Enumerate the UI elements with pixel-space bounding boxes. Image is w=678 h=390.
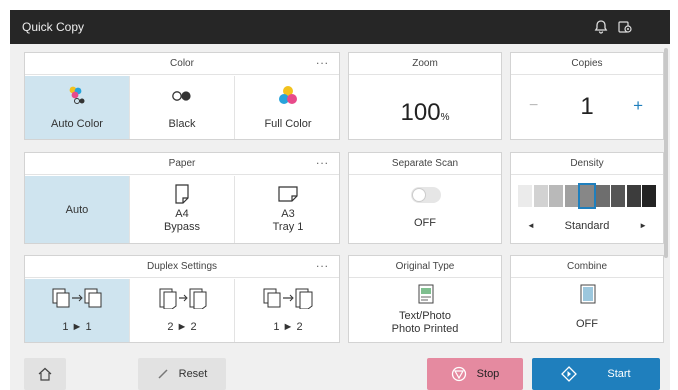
duplex-1-1-icon [52,288,102,308]
start-button[interactable]: Start [532,358,660,390]
density-level-block[interactable] [611,185,625,207]
duplex-panel: Duplex Settings ... 1 ► 1 2 ► 2 1 ► 2 [24,255,340,343]
reset-icon [158,369,168,379]
copies-plus-button[interactable]: + [633,96,643,116]
paper-option-label: Auto [65,204,89,216]
stop-button[interactable]: Stop [427,358,523,390]
title-bar: Quick Copy [10,10,670,44]
paper-more-button[interactable]: ... [316,153,329,171]
paper-option-auto[interactable]: Auto [25,176,130,243]
duplex-option-1-1[interactable]: 1 ► 1 [25,279,130,342]
paper-label: Paper [168,158,196,169]
density-level-block[interactable] [533,185,548,207]
scrollbar-thumb[interactable] [664,48,668,258]
home-button[interactable] [24,358,66,390]
density-level-block[interactable] [549,185,563,207]
scrollbar[interactable] [664,48,668,348]
color-option-label: Auto Color [51,118,103,130]
color-panel: Color ... Auto Color Black Full Color [24,52,340,140]
home-icon [38,367,52,381]
density-level-block[interactable] [626,185,641,207]
color-label: Color [170,58,194,69]
duplex-option-label: 1 ► 1 [62,321,92,333]
copies-panel: Copies − 1 + [510,52,664,140]
zoom-panel[interactable]: Zoom 100% [348,52,502,140]
full-color-icon [279,86,297,104]
start-icon [561,366,578,382]
black-icon [172,91,191,101]
app-title: Quick Copy [22,20,85,34]
duplex-option-1-2[interactable]: 1 ► 2 [235,279,339,342]
original-type-line2: Photo Printed [391,323,459,335]
density-level-block[interactable] [518,185,532,207]
paper-portrait-icon [175,184,189,204]
paper-option-tray1[interactable]: A3 Tray 1 [235,176,339,243]
text-photo-icon [418,284,434,304]
separate-scan-label: Separate Scan [349,153,501,175]
density-panel: Density ◄ Standard ► [510,152,664,244]
paper-panel: Paper ... Auto A4 Bypass A3 Tray 1 [24,152,340,244]
color-option-full[interactable]: Full Color [235,76,339,139]
duplex-option-label: 2 ► 2 [167,321,197,333]
color-option-auto[interactable]: Auto Color [25,76,130,139]
reset-button[interactable]: Reset [138,358,226,390]
start-label: Start [607,368,631,380]
auto-color-icon [69,86,85,104]
settings-icon[interactable] [614,16,636,38]
paper-option-bypass[interactable]: A4 Bypass [130,176,235,243]
original-type-line1: Text/Photo [399,310,451,322]
paper-option-sublabel: Tray 1 [272,221,304,233]
color-option-label: Black [168,118,196,130]
combine-value: OFF [576,318,598,330]
separate-scan-toggle[interactable] [411,187,441,203]
toggle-knob [412,188,426,202]
screen: Quick Copy Color ... Auto Color Black Fu… [10,10,670,390]
color-option-label: Full Color [264,118,312,130]
duplex-option-2-2[interactable]: 2 ► 2 [130,279,235,342]
original-type-label: Original Type [349,256,501,278]
zoom-label: Zoom [349,53,501,75]
density-level-block[interactable] [595,185,610,207]
separate-scan-value: OFF [414,217,436,229]
combine-panel[interactable]: Combine OFF [510,255,664,343]
density-level-block[interactable] [642,185,656,207]
zoom-value: 100% [400,99,450,126]
density-level-block[interactable] [564,185,579,207]
density-level-block[interactable] [578,183,596,209]
combine-icon [580,284,596,304]
duplex-label: Duplex Settings [146,261,218,272]
stop-label: Stop [476,368,500,380]
density-increase-button[interactable]: ► [639,221,647,230]
density-scale[interactable] [518,183,658,209]
color-more-button[interactable]: ... [316,53,329,71]
duplex-more-button[interactable]: ... [316,256,329,274]
color-option-black[interactable]: Black [130,76,235,139]
bell-icon[interactable] [590,16,612,38]
paper-option-label: A3 [281,208,295,220]
duplex-1-2-icon [263,288,313,309]
stop-icon [451,366,466,382]
paper-option-label: A4 [175,208,189,220]
copies-label: Copies [511,53,663,75]
reset-label: Reset [178,368,208,380]
paper-option-sublabel: Bypass [163,221,201,233]
combine-label: Combine [511,256,663,278]
original-type-panel[interactable]: Original Type Text/Photo Photo Printed [348,255,502,343]
density-label: Density [511,153,663,175]
duplex-2-2-icon [159,288,207,309]
paper-landscape-icon [278,186,298,202]
duplex-option-label: 1 ► 2 [273,321,303,333]
separate-scan-panel[interactable]: Separate Scan OFF [348,152,502,244]
